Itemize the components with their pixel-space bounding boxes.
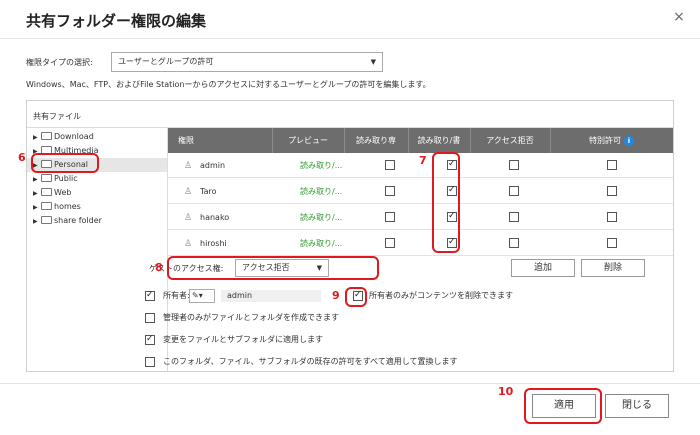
delete-button[interactable]: 削除	[581, 259, 645, 277]
deny-checkbox[interactable]	[509, 160, 519, 170]
read-only-checkbox[interactable]	[385, 186, 395, 196]
preview-cell: 読み取り/...	[300, 161, 343, 170]
annotation-ring-personal	[31, 153, 99, 173]
tree-item-public[interactable]: ▶ Public	[33, 172, 168, 186]
annotation-6: 6	[18, 151, 26, 164]
apply-overwrite-row: このフォルダ、ファイル、サブフォルダの既存の許可をすべて適用して置換します	[145, 353, 645, 371]
dialog-title: 共有フォルダー権限の編集	[26, 12, 207, 30]
apply-to-files-checkbox[interactable]	[145, 333, 155, 345]
annotation-10: 10	[498, 385, 514, 398]
special-checkbox[interactable]	[607, 212, 617, 222]
expand-arrow-icon[interactable]: ▶	[33, 131, 41, 145]
expand-arrow-icon[interactable]: ▶	[33, 187, 41, 201]
special-checkbox[interactable]	[607, 160, 617, 170]
folder-icon	[41, 188, 52, 196]
annotation-ring-owner-only	[345, 287, 367, 307]
expand-arrow-icon[interactable]: ▶	[33, 201, 41, 215]
tree-item-homes[interactable]: ▶ homes	[33, 200, 168, 214]
header-read-only[interactable]: 読み取り専	[344, 128, 408, 153]
user-cell: ♙ admin	[184, 153, 225, 178]
permission-type-value: ユーザーとグループの許可	[118, 57, 214, 66]
shared-files-title: 共有ファイル	[33, 112, 81, 121]
table-header: 権限 プレビュー 読み取り専 読み取り/書 アクセス拒否 特別許可 i	[168, 128, 673, 153]
deny-checkbox[interactable]	[509, 238, 519, 248]
user-icon: ♙	[184, 161, 193, 171]
annotation-7: 7	[419, 154, 427, 167]
user-cell: ♙ hiroshi	[184, 231, 227, 256]
owner-only-delete-label: 所有者のみがコンテンツを削除できます	[369, 291, 513, 300]
permission-type-select[interactable]: ユーザーとグループの許可 ▼	[111, 52, 383, 72]
header-preview[interactable]: プレビュー	[272, 128, 344, 153]
owner-row: 所有者: ✎▾ admin 所有者のみがコンテンツを削除できます	[145, 287, 645, 305]
tree-item-download[interactable]: ▶ Download	[33, 130, 168, 144]
folder-icon	[41, 216, 52, 224]
annotation-9: 9	[332, 289, 340, 302]
user-icon: ♙	[184, 187, 193, 197]
footer-divider	[0, 383, 700, 384]
expand-arrow-icon[interactable]: ▶	[33, 173, 41, 187]
annotation-8: 8	[155, 261, 163, 274]
owner-name-field: admin	[221, 290, 321, 302]
user-cell: ♙ Taro	[184, 179, 216, 204]
admin-only-create-row: 管理者のみがファイルとフォルダを作成できます	[145, 309, 645, 327]
close-button[interactable]: 閉じる	[605, 394, 669, 418]
table-row: ♙ Taro 読み取り/...	[168, 179, 673, 204]
header-special[interactable]: 特別許可 i	[550, 128, 673, 153]
owner-label: 所有者:	[163, 291, 190, 300]
tree-item-share-folder[interactable]: ▶ share folder	[33, 214, 168, 228]
title-divider	[0, 38, 700, 39]
owner-edit-button[interactable]: ✎▾	[189, 289, 215, 303]
read-only-checkbox[interactable]	[385, 160, 395, 170]
pencil-icon: ✎▾	[192, 291, 203, 300]
info-icon[interactable]: i	[624, 136, 634, 146]
header-read-write[interactable]: 読み取り/書	[408, 128, 470, 153]
expand-arrow-icon[interactable]: ▶	[33, 215, 41, 229]
header-deny[interactable]: アクセス拒否	[470, 128, 550, 153]
table-row: ♙ hiroshi 読み取り/...	[168, 231, 673, 256]
read-only-checkbox[interactable]	[385, 212, 395, 222]
special-checkbox[interactable]	[607, 186, 617, 196]
deny-checkbox[interactable]	[509, 212, 519, 222]
tree-item-web[interactable]: ▶ Web	[33, 186, 168, 200]
user-icon: ♙	[184, 239, 193, 249]
annotation-ring-guest	[167, 256, 379, 280]
add-button[interactable]: 追加	[511, 259, 575, 277]
preview-cell: 読み取り/...	[300, 239, 343, 248]
folder-icon	[41, 202, 52, 210]
permission-type-label: 権限タイプの選択:	[26, 58, 93, 67]
close-icon[interactable]: ×	[670, 8, 688, 26]
user-icon: ♙	[184, 213, 193, 223]
read-only-checkbox[interactable]	[385, 238, 395, 248]
header-permission[interactable]: 権限	[178, 128, 194, 153]
apply-overwrite-checkbox[interactable]	[145, 357, 155, 367]
preview-cell: 読み取り/...	[300, 213, 343, 222]
preview-cell: 読み取り/...	[300, 187, 343, 196]
permission-description: Windows、Mac、FTP、およびFile Stationーからのアクセスに…	[26, 80, 431, 89]
apply-to-files-row: 変更をファイルとサブフォルダに適用します	[145, 331, 645, 349]
folder-icon	[41, 174, 52, 182]
chevron-down-icon: ▼	[370, 58, 376, 66]
special-checkbox[interactable]	[607, 238, 617, 248]
annotation-ring-readwrite	[432, 152, 460, 253]
folder-icon	[41, 132, 52, 140]
user-cell: ♙ hanako	[184, 205, 229, 230]
annotation-ring-apply	[524, 388, 602, 424]
deny-checkbox[interactable]	[509, 186, 519, 196]
owner-checkbox[interactable]	[145, 289, 155, 301]
table-row: ♙ hanako 読み取り/...	[168, 205, 673, 230]
admin-only-create-checkbox[interactable]	[145, 313, 155, 323]
